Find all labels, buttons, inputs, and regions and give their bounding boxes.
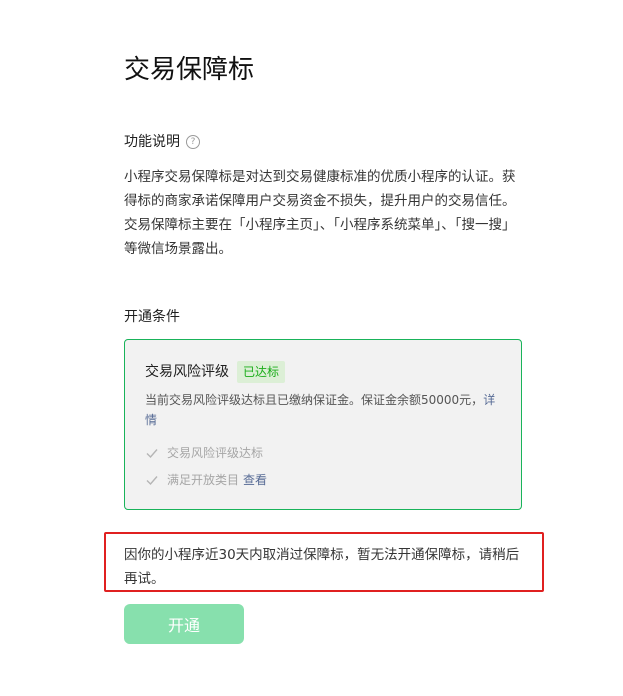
check-item-label: 满足开放类目 [167, 473, 240, 487]
page-title: 交易保障标 [124, 55, 255, 85]
check-item-category: 满足开放类目 查看 [145, 471, 267, 489]
function-description: 小程序交易保障标是对达到交易健康标准的优质小程序的认证。获得标的商家承诺保障用户… [124, 165, 524, 261]
condition-card: 交易风险评级 已达标 当前交易风险评级达标且已缴纳保证金。保证金余额50000元… [124, 339, 522, 510]
description-paragraph: 小程序交易保障标是对达到交易健康标准的优质小程序的认证。获得标的商家承诺保障用户… [124, 169, 516, 209]
condition-description: 当前交易风险评级达标且已缴纳保证金。保证金余额50000元，详情 [145, 390, 500, 430]
notice-text: 因你的小程序近30天内取消过保障标，暂无法开通保障标，请稍后再试。 [124, 547, 520, 587]
status-badge: 已达标 [237, 361, 286, 383]
description-paragraph: 交易保障标主要在「小程序主页」、「小程序系统菜单」、「搜一搜」等微信场景露出。 [124, 217, 516, 257]
check-icon [146, 449, 158, 459]
view-category-link[interactable]: 查看 [243, 471, 267, 489]
conditions-section-title: 开通条件 [124, 309, 180, 325]
open-button[interactable]: 开通 [124, 604, 244, 644]
condition-name: 交易风险评级 [145, 364, 229, 380]
function-title-label: 功能说明 [124, 134, 180, 150]
help-circle-icon[interactable]: ? [186, 135, 200, 149]
error-notice: 因你的小程序近30天内取消过保障标，暂无法开通保障标，请稍后再试。 [104, 532, 544, 592]
function-section-title: 功能说明 ? [124, 132, 200, 152]
check-item-risk-rating: 交易风险评级达标 [145, 444, 263, 462]
condition-header: 交易风险评级 已达标 [145, 361, 286, 383]
condition-description-text: 当前交易风险评级达标且已缴纳保证金。保证金余额50000元， [145, 393, 484, 407]
check-item-label: 交易风险评级达标 [167, 446, 264, 460]
check-icon [146, 476, 158, 486]
